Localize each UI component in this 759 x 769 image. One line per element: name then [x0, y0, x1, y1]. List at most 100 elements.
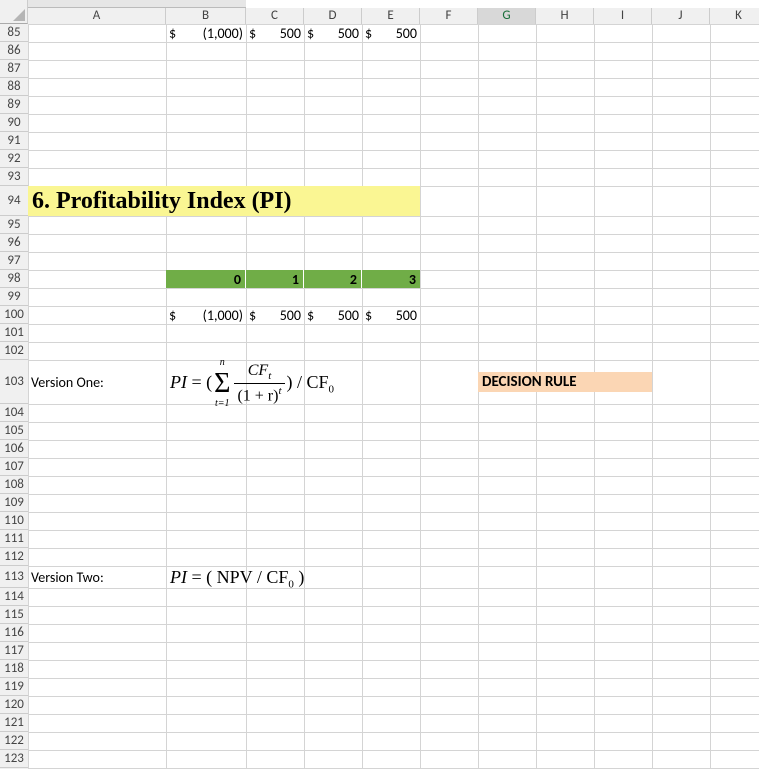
currency-symbol: $ — [169, 25, 176, 42]
row-header[interactable]: 89 — [0, 96, 28, 114]
row-header[interactable]: 101 — [0, 324, 28, 342]
formula-version-one: PI = (Σnt=1CFt(1 + r)t) / CF0 — [170, 362, 334, 406]
row-header[interactable]: 119 — [0, 678, 28, 696]
gridline-horizontal — [28, 678, 759, 679]
row-header[interactable]: 85 — [0, 24, 28, 42]
gridline-vertical — [536, 24, 537, 769]
row-header[interactable]: 120 — [0, 696, 28, 714]
column-header-H[interactable]: H — [536, 8, 594, 24]
currency-amount: 500 — [396, 25, 417, 42]
row-header[interactable]: 123 — [0, 750, 28, 768]
cashflow-cell[interactable]: $500 — [246, 306, 304, 324]
row-header[interactable]: 86 — [0, 42, 28, 60]
currency-symbol: $ — [365, 25, 372, 42]
currency-amount: 500 — [280, 25, 301, 42]
column-header-I[interactable]: I — [594, 8, 652, 24]
gridline-horizontal — [28, 714, 759, 715]
row-header[interactable]: 104 — [0, 404, 28, 422]
column-header-D[interactable]: D — [304, 8, 362, 24]
currency-amount: (1,000) — [203, 307, 243, 324]
row-header[interactable]: 107 — [0, 458, 28, 476]
gridline-vertical — [362, 24, 363, 769]
row-header[interactable]: 108 — [0, 476, 28, 494]
currency-amount: (1,000) — [203, 25, 243, 42]
row-header[interactable]: 109 — [0, 494, 28, 512]
gridline-horizontal — [28, 404, 759, 405]
row-header[interactable]: 102 — [0, 342, 28, 360]
column-header-C[interactable]: C — [246, 8, 304, 24]
gridline-horizontal — [28, 642, 759, 643]
row-header[interactable]: 114 — [0, 588, 28, 606]
cashflow-cell[interactable]: $ (1,000) — [166, 24, 246, 42]
row-header[interactable]: 91 — [0, 132, 28, 150]
row-header[interactable]: 122 — [0, 732, 28, 750]
cashflow-cell[interactable]: $500 — [246, 24, 304, 42]
column-header-B[interactable]: B — [166, 8, 246, 24]
gridline-vertical — [478, 24, 479, 769]
row-header[interactable]: 94 — [0, 186, 28, 216]
row-header[interactable]: 121 — [0, 714, 28, 732]
row-header[interactable]: 110 — [0, 512, 28, 530]
period-header[interactable]: 2 — [304, 270, 362, 288]
row-header[interactable]: 100 — [0, 306, 28, 324]
gridline-vertical — [166, 24, 167, 769]
row-header[interactable]: 112 — [0, 548, 28, 566]
gridline-horizontal — [28, 324, 759, 325]
period-header[interactable]: 0 — [166, 270, 246, 288]
currency-amount: 500 — [338, 307, 359, 324]
column-header-E[interactable]: E — [362, 8, 420, 24]
row-header[interactable]: 105 — [0, 422, 28, 440]
currency-amount: 500 — [280, 307, 301, 324]
gridline-vertical — [710, 24, 711, 769]
row-header[interactable]: 99 — [0, 288, 28, 306]
cashflow-cell[interactable]: $500 — [362, 24, 420, 42]
currency-symbol: $ — [365, 307, 372, 324]
row-header[interactable]: 92 — [0, 150, 28, 168]
cashflow-cell[interactable]: $500 — [304, 24, 362, 42]
period-header[interactable]: 3 — [362, 270, 420, 288]
column-header-F[interactable]: F — [420, 8, 478, 24]
gridline-horizontal — [28, 42, 759, 43]
decision-rule-box[interactable]: DECISION RULE — [478, 372, 652, 392]
row-header[interactable]: 117 — [0, 642, 28, 660]
gridline-horizontal — [28, 588, 759, 589]
column-header-A[interactable]: A — [28, 8, 166, 24]
row-header[interactable]: 87 — [0, 60, 28, 78]
row-header[interactable]: 111 — [0, 530, 28, 548]
gridline-horizontal — [28, 168, 759, 169]
column-header-K[interactable]: K — [710, 8, 759, 24]
row-header[interactable]: 115 — [0, 606, 28, 624]
gridline-horizontal — [28, 696, 759, 697]
gridline-horizontal — [28, 732, 759, 733]
row-header[interactable]: 113 — [0, 566, 28, 588]
row-header[interactable]: 93 — [0, 168, 28, 186]
row-header[interactable]: 96 — [0, 234, 28, 252]
cashflow-cell[interactable]: $(1,000) — [166, 306, 246, 324]
row-header[interactable]: 116 — [0, 624, 28, 642]
row-header[interactable]: 97 — [0, 252, 28, 270]
gridline-horizontal — [28, 422, 759, 423]
period-header[interactable]: 1 — [246, 270, 304, 288]
row-header[interactable]: 88 — [0, 78, 28, 96]
gridline-horizontal — [28, 494, 759, 495]
column-header-G[interactable]: G — [478, 8, 536, 24]
cashflow-cell[interactable]: $500 — [362, 306, 420, 324]
gridline-horizontal — [28, 606, 759, 607]
gridline-horizontal — [28, 60, 759, 61]
row-header[interactable]: 106 — [0, 440, 28, 458]
row-header[interactable]: 98 — [0, 270, 28, 288]
currency-symbol: $ — [249, 307, 256, 324]
gridline-vertical — [594, 24, 595, 769]
column-header-J[interactable]: J — [652, 8, 710, 24]
row-header[interactable]: 118 — [0, 660, 28, 678]
select-all-corner[interactable] — [0, 0, 28, 24]
row-header[interactable]: 90 — [0, 114, 28, 132]
row-header[interactable]: 95 — [0, 216, 28, 234]
version-two-label: Version Two: — [28, 566, 166, 588]
cashflow-cell[interactable]: $500 — [304, 306, 362, 324]
header-shadow-strip — [28, 0, 246, 8]
row-header[interactable]: 103 — [0, 360, 28, 404]
currency-symbol: $ — [307, 307, 314, 324]
gridline-horizontal — [28, 750, 759, 751]
grid-area[interactable]: $(1,000)$500$500$5006. Profitability Ind… — [28, 24, 759, 769]
